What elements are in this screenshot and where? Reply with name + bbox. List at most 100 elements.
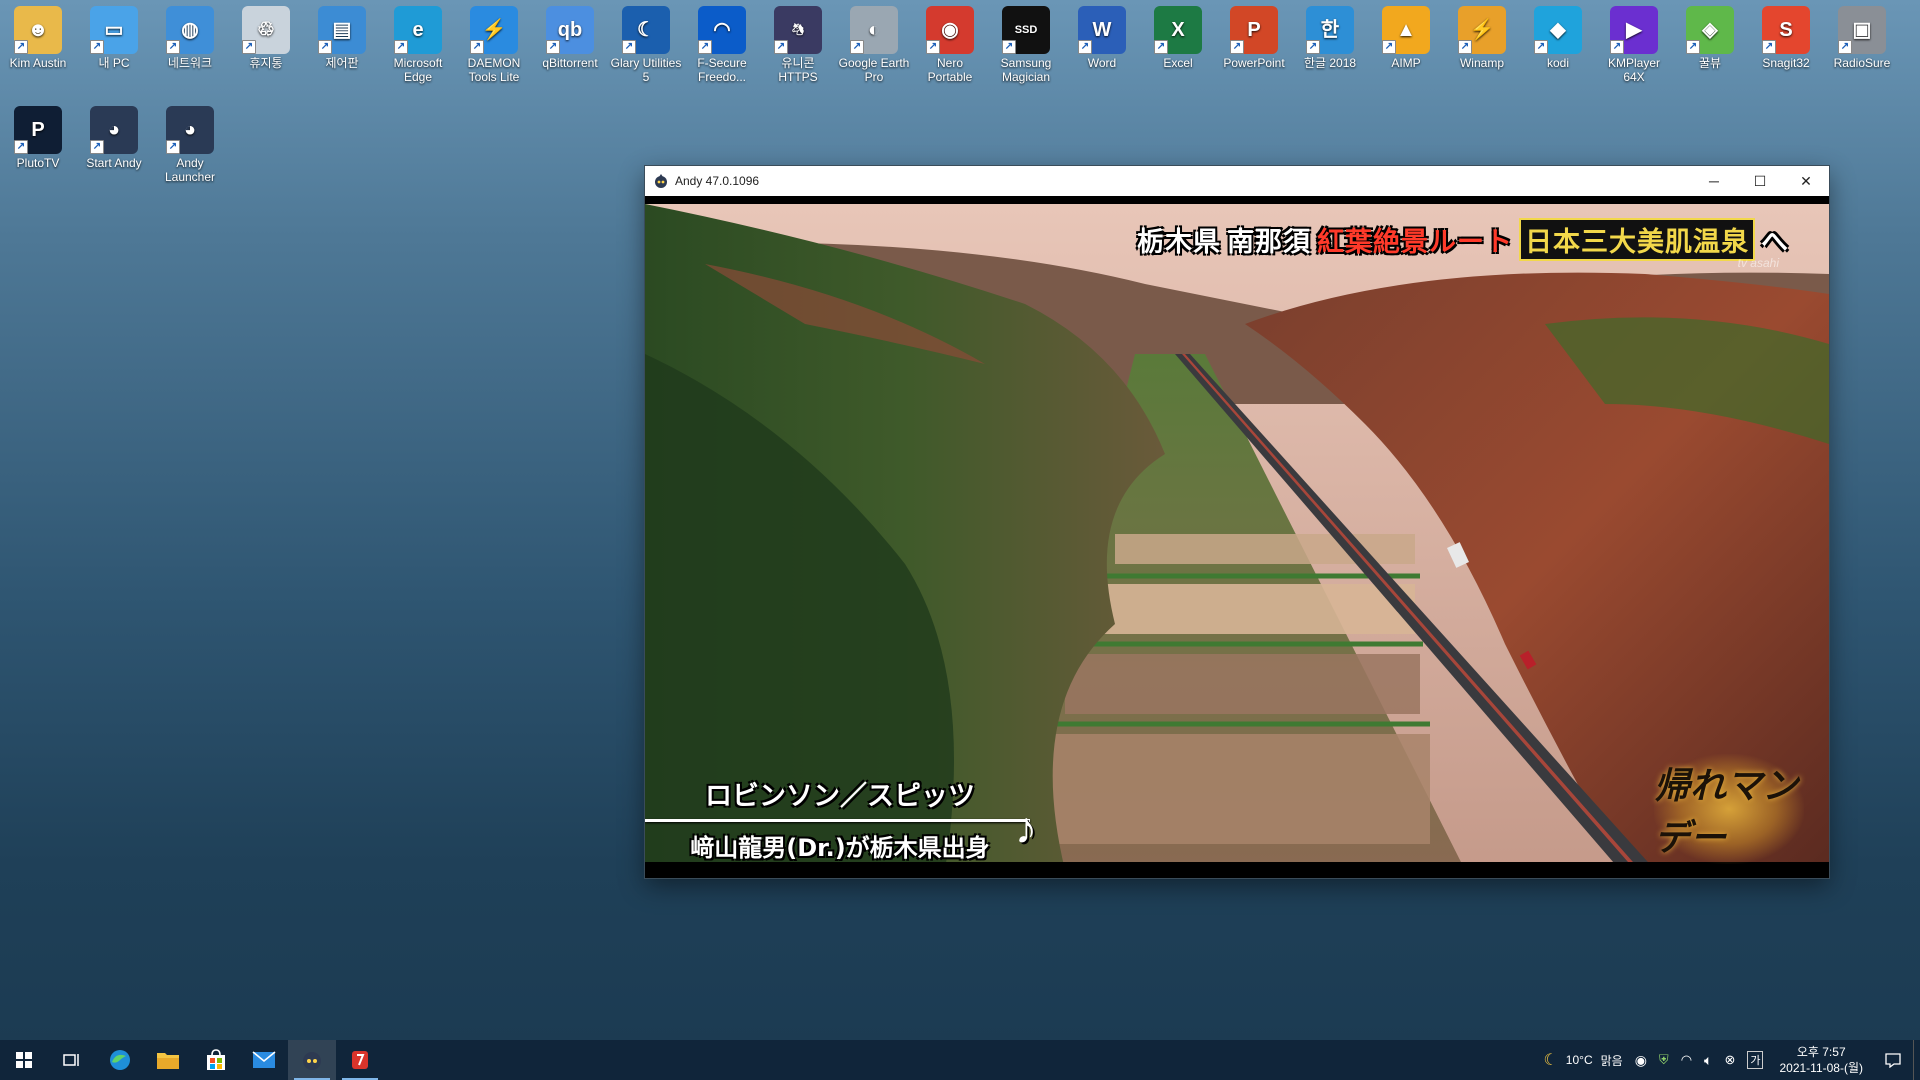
shortcut-arrow-icon: ↗ xyxy=(1154,40,1168,54)
show-desktop-button[interactable] xyxy=(1913,1040,1920,1080)
notification-button[interactable] xyxy=(1873,1040,1913,1080)
desktop-icon-label: RadioSure xyxy=(1833,56,1891,70)
tray-security-icon[interactable]: ⛨ xyxy=(1659,1052,1669,1068)
computer-icon: ▭ ↗ xyxy=(90,6,138,54)
desktop-icon-unicorn-https[interactable]: 🦄︎ ↗ 유니콘 HTTPS xyxy=(762,0,834,84)
title-bar[interactable]: Andy 47.0.1096 ─ ☐ ✕ xyxy=(645,166,1829,196)
desktop-icon-label: Microsoft Edge xyxy=(393,56,443,84)
close-button[interactable]: ✕ xyxy=(1783,166,1829,196)
tray-volume-icon[interactable]: 🔈︎ xyxy=(1704,1052,1712,1069)
video-viewport[interactable]: 栃木県 南那須 紅葉絶景ルート 日本三大美肌温泉 へ tv asahi ロビンソ… xyxy=(645,204,1829,870)
desktop-icon-snagit[interactable]: S ↗ Snagit32 xyxy=(1750,0,1822,70)
desktop-icon-user-folder[interactable]: ☻ ↗ Kim Austin xyxy=(2,0,74,70)
shortcut-arrow-icon: ↗ xyxy=(242,40,256,54)
window-title: Andy 47.0.1096 xyxy=(675,174,760,188)
aerial-scene-image xyxy=(645,204,1829,870)
minimize-button[interactable]: ─ xyxy=(1691,166,1737,196)
desktop-icon-label: Nero Portable xyxy=(927,56,973,84)
desktop-icon-label: F-Secure Freedo... xyxy=(697,56,747,84)
caption-onsen: 日本三大美肌温泉 xyxy=(1519,218,1755,261)
aimp-icon: ▲ ↗ xyxy=(1382,6,1430,54)
desktop-icon-aimp[interactable]: ▲ ↗ AIMP xyxy=(1370,0,1442,70)
desktop-icon-network[interactable]: ◍ ↗ 네트워크 xyxy=(154,0,226,70)
tray-mute-icon[interactable]: ⊗ xyxy=(1724,1052,1735,1068)
edge-icon xyxy=(110,1050,130,1070)
clock[interactable]: 오후 7:57 2021-11-08-(월) xyxy=(1779,1044,1863,1076)
desktop-icon-excel[interactable]: X ↗ Excel xyxy=(1142,0,1214,70)
desktop-icon-andy[interactable]: ◕ ↗ Start Andy xyxy=(78,100,150,170)
desktop-icon-label: 네트워크 xyxy=(167,56,213,70)
song-note-text: 﨑山龍男(Dr.)が栃木県出身 xyxy=(690,834,990,862)
maximize-button[interactable]: ☐ xyxy=(1737,166,1783,196)
shortcut-arrow-icon: ↗ xyxy=(926,40,940,54)
shortcut-arrow-icon: ↗ xyxy=(14,140,28,154)
kodi-icon: ◆ ↗ xyxy=(1534,6,1582,54)
andy-icon: ◕ ↗ xyxy=(90,106,138,154)
desktop-icon-computer[interactable]: ▭ ↗ 내 PC xyxy=(78,0,150,70)
desktop-icon-honeyview[interactable]: ◈ ↗ 꿀뷰 xyxy=(1674,0,1746,70)
desktop-icon-winamp[interactable]: ⚡ ↗ Winamp xyxy=(1446,0,1518,70)
channel-watermark: tv asahi xyxy=(1737,256,1779,270)
desktop-icon-powerpoint[interactable]: P ↗ PowerPoint xyxy=(1218,0,1290,70)
task-view-icon xyxy=(63,1054,79,1066)
excel-icon: X ↗ xyxy=(1154,6,1202,54)
desktop-icon-label: kodi xyxy=(1546,56,1569,70)
desktop-icon-label: KMPlayer 64X xyxy=(1607,56,1660,84)
shortcut-arrow-icon: ↗ xyxy=(1686,40,1700,54)
weather-widget[interactable]: ☾ 10°C 맑음 xyxy=(1543,1050,1622,1070)
desktop-icon-label: PlutoTV xyxy=(16,156,60,170)
clock-date: 2021-11-08-(월) xyxy=(1779,1061,1863,1075)
samsung-magician-icon: SSD ↗ xyxy=(1002,6,1050,54)
shortcut-arrow-icon: ↗ xyxy=(394,40,408,54)
desktop-icon-nero[interactable]: ◉ ↗ Nero Portable xyxy=(914,0,986,84)
shortcut-arrow-icon: ↗ xyxy=(90,140,104,154)
taskbar-edge[interactable] xyxy=(96,1040,144,1080)
desktop-icon-recycle-bin[interactable]: ♲ ↗ 휴지통 xyxy=(230,0,302,70)
ime-indicator[interactable]: 가 xyxy=(1747,1051,1764,1069)
tray-record-icon[interactable]: ◉ xyxy=(1635,1052,1647,1069)
task-view-button[interactable] xyxy=(48,1040,96,1080)
qbittorrent-icon: qb ↗ xyxy=(546,6,594,54)
taskbar-store[interactable] xyxy=(192,1040,240,1080)
desktop-icon-f-secure[interactable]: ◠ ↗ F-Secure Freedo... xyxy=(686,0,758,84)
andy-window[interactable]: Andy 47.0.1096 ─ ☐ ✕ 栃木県 南那須 紅葉絶景ルート 日本三… xyxy=(645,166,1829,878)
desktop-icon-plutotv[interactable]: P ↗ PlutoTV xyxy=(2,100,74,170)
shortcut-arrow-icon: ↗ xyxy=(1002,40,1016,54)
system-tray: ☾ 10°C 맑음 ◉ ⛨ ◠ 🔈︎ ⊗ 가 오후 7:57 2021-11-0… xyxy=(1537,1040,1920,1080)
show-logo: 帰れマンデー xyxy=(1654,754,1804,864)
desktop-icon-word[interactable]: W ↗ Word xyxy=(1066,0,1138,70)
tray-network-icon[interactable]: ◠ xyxy=(1681,1052,1692,1068)
shortcut-arrow-icon: ↗ xyxy=(698,40,712,54)
edge-icon: e ↗ xyxy=(394,6,442,54)
desktop-icon-google-earth[interactable]: ◐ ↗ Google Earth Pro xyxy=(838,0,910,84)
desktop-icon-samsung-magician[interactable]: SSD ↗ Samsung Magician xyxy=(990,0,1062,84)
taskbar-andy[interactable] xyxy=(288,1040,336,1080)
desktop-icon-label: 내 PC xyxy=(98,56,130,70)
shortcut-arrow-icon: ↗ xyxy=(1230,40,1244,54)
desktop-icon-andy-launcher[interactable]: ◕ ↗ Andy Launcher xyxy=(154,100,226,184)
taskbar-mail[interactable] xyxy=(240,1040,288,1080)
desktop-icon-hangul[interactable]: 한 ↗ 한글 2018 xyxy=(1294,0,1366,70)
desktop-icon-label: Word xyxy=(1087,56,1117,70)
desktop-icon-daemon-tools[interactable]: ⚡ ↗ DAEMON Tools Lite xyxy=(458,0,530,84)
desktop-icon-kodi[interactable]: ◆ ↗ kodi xyxy=(1522,0,1594,70)
desktop-icon-glary-utilities[interactable]: ☾ ↗ Glary Utilities 5 xyxy=(610,0,682,84)
desktop-icon-edge[interactable]: e ↗ Microsoft Edge xyxy=(382,0,454,84)
desktop-icon-label: Winamp xyxy=(1459,56,1504,70)
f-secure-icon: ◠ ↗ xyxy=(698,6,746,54)
desktop-icon-label: Google Earth Pro xyxy=(838,56,910,84)
desktop-icon-control-panel[interactable]: ▤ ↗ 제어판 xyxy=(306,0,378,70)
taskbar-app-red[interactable] xyxy=(336,1040,384,1080)
taskbar-file-explorer[interactable] xyxy=(144,1040,192,1080)
song-title: ロビンソン／スピッツ xyxy=(705,781,975,812)
desktop-icon-label: PowerPoint xyxy=(1223,56,1285,70)
desktop-icon-qbittorrent[interactable]: qb ↗ qBittorrent xyxy=(534,0,606,70)
desktop-icon-radiosure[interactable]: ▣ ↗ RadioSure xyxy=(1826,0,1898,70)
shortcut-arrow-icon: ↗ xyxy=(1534,40,1548,54)
desktop-icon-kmplayer[interactable]: ▶ ↗ KMPlayer 64X xyxy=(1598,0,1670,84)
desktop-icon-label: qBittorrent xyxy=(542,56,598,70)
start-button[interactable] xyxy=(0,1040,48,1080)
shortcut-arrow-icon: ↗ xyxy=(1306,40,1320,54)
desktop-icon-label: Glary Utilities 5 xyxy=(610,56,682,84)
andy-launcher-icon: ◕ ↗ xyxy=(166,106,214,154)
